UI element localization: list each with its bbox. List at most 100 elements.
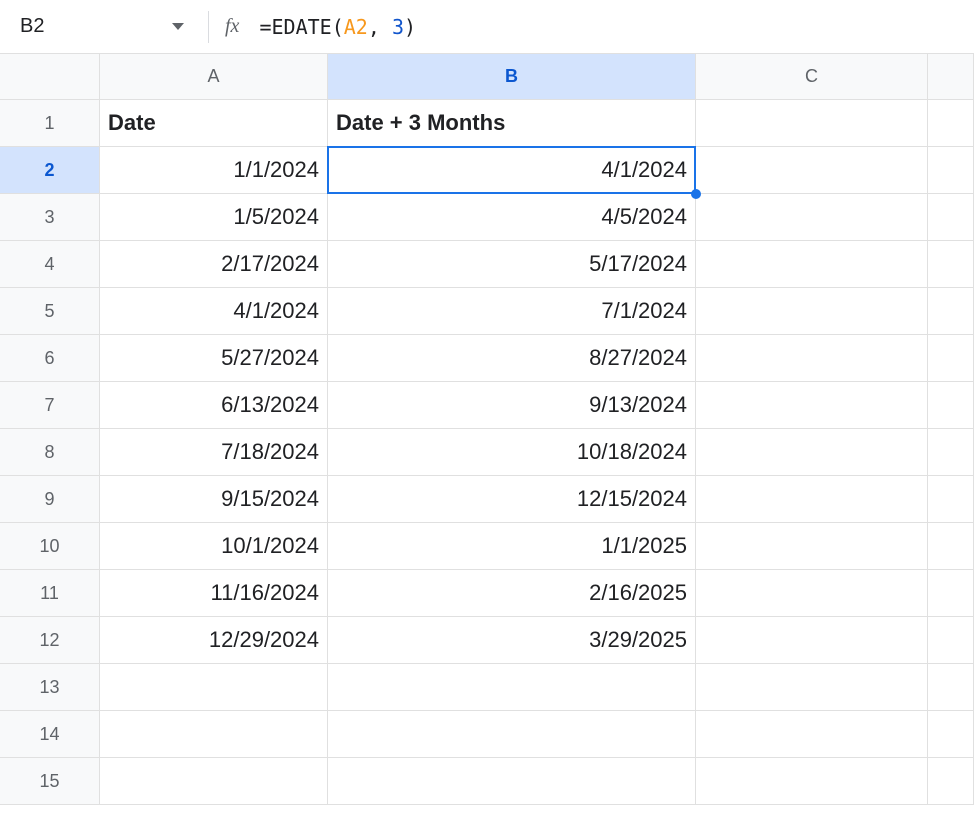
row-header-5[interactable]: 5 <box>0 288 100 335</box>
row-header-10[interactable]: 10 <box>0 523 100 570</box>
cell-b11[interactable]: 2/16/2025 <box>328 570 696 617</box>
table-row: 1/1/2024 4/1/2024 <box>100 147 974 194</box>
cell-a2[interactable]: 1/1/2024 <box>100 147 328 194</box>
table-row: 4/1/2024 7/1/2024 <box>100 288 974 335</box>
row-header-8[interactable]: 8 <box>0 429 100 476</box>
cell-a14[interactable] <box>100 711 328 758</box>
cell-c1[interactable] <box>696 100 928 147</box>
cells-area: Date Date + 3 Months 1/1/2024 4/1/2024 1… <box>100 100 974 805</box>
cell-d2[interactable] <box>928 147 974 194</box>
cell-b2[interactable]: 4/1/2024 <box>328 147 696 194</box>
cell-c7[interactable] <box>696 382 928 429</box>
cell-c15[interactable] <box>696 758 928 805</box>
select-all-corner[interactable] <box>0 54 100 100</box>
fill-handle[interactable] <box>691 189 701 199</box>
cell-d9[interactable] <box>928 476 974 523</box>
cell-a15[interactable] <box>100 758 328 805</box>
cell-a11[interactable]: 11/16/2024 <box>100 570 328 617</box>
cell-c13[interactable] <box>696 664 928 711</box>
cell-b1[interactable]: Date + 3 Months <box>328 100 696 147</box>
cell-b9[interactable]: 12/15/2024 <box>328 476 696 523</box>
row-header-11[interactable]: 11 <box>0 570 100 617</box>
cell-b13[interactable] <box>328 664 696 711</box>
cell-c12[interactable] <box>696 617 928 664</box>
cell-a1[interactable]: Date <box>100 100 328 147</box>
row-header-3[interactable]: 3 <box>0 194 100 241</box>
formula-input[interactable]: =EDATE(A2, 3) <box>259 15 416 39</box>
table-row: Date Date + 3 Months <box>100 100 974 147</box>
table-row: 9/15/2024 12/15/2024 <box>100 476 974 523</box>
cell-d8[interactable] <box>928 429 974 476</box>
cell-a5[interactable]: 4/1/2024 <box>100 288 328 335</box>
cell-c8[interactable] <box>696 429 928 476</box>
column-headers: A B C <box>100 54 974 100</box>
cell-b4[interactable]: 5/17/2024 <box>328 241 696 288</box>
table-row: 7/18/2024 10/18/2024 <box>100 429 974 476</box>
chevron-down-icon[interactable] <box>172 23 184 30</box>
cell-a9[interactable]: 9/15/2024 <box>100 476 328 523</box>
row-header-14[interactable]: 14 <box>0 711 100 758</box>
cell-c4[interactable] <box>696 241 928 288</box>
column-header-c[interactable]: C <box>696 54 928 100</box>
row-header-2[interactable]: 2 <box>0 147 100 194</box>
cell-d12[interactable] <box>928 617 974 664</box>
row-header-4[interactable]: 4 <box>0 241 100 288</box>
formula-bar: B2 fx =EDATE(A2, 3) <box>0 0 974 54</box>
cell-b15[interactable] <box>328 758 696 805</box>
cell-b14[interactable] <box>328 711 696 758</box>
cell-b12[interactable]: 3/29/2025 <box>328 617 696 664</box>
cell-a3[interactable]: 1/5/2024 <box>100 194 328 241</box>
fx-icon: fx <box>225 15 239 38</box>
cell-b7[interactable]: 9/13/2024 <box>328 382 696 429</box>
cell-d10[interactable] <box>928 523 974 570</box>
row-header-13[interactable]: 13 <box>0 664 100 711</box>
cell-c2[interactable] <box>696 147 928 194</box>
cell-d14[interactable] <box>928 711 974 758</box>
cell-a8[interactable]: 7/18/2024 <box>100 429 328 476</box>
cell-a4[interactable]: 2/17/2024 <box>100 241 328 288</box>
table-row: 2/17/2024 5/17/2024 <box>100 241 974 288</box>
cell-a10[interactable]: 10/1/2024 <box>100 523 328 570</box>
cell-b5[interactable]: 7/1/2024 <box>328 288 696 335</box>
cell-b8[interactable]: 10/18/2024 <box>328 429 696 476</box>
row-header-15[interactable]: 15 <box>0 758 100 805</box>
cell-c5[interactable] <box>696 288 928 335</box>
table-row <box>100 664 974 711</box>
cell-b6[interactable]: 8/27/2024 <box>328 335 696 382</box>
cell-d11[interactable] <box>928 570 974 617</box>
cell-d15[interactable] <box>928 758 974 805</box>
column-header-d[interactable] <box>928 54 974 100</box>
table-row: 12/29/2024 3/29/2025 <box>100 617 974 664</box>
cell-c10[interactable] <box>696 523 928 570</box>
table-row: 11/16/2024 2/16/2025 <box>100 570 974 617</box>
row-header-7[interactable]: 7 <box>0 382 100 429</box>
row-header-6[interactable]: 6 <box>0 335 100 382</box>
cell-a7[interactable]: 6/13/2024 <box>100 382 328 429</box>
name-box[interactable]: B2 <box>12 15 192 38</box>
cell-c14[interactable] <box>696 711 928 758</box>
row-header-1[interactable]: 1 <box>0 100 100 147</box>
cell-c9[interactable] <box>696 476 928 523</box>
row-header-9[interactable]: 9 <box>0 476 100 523</box>
column-header-b[interactable]: B <box>328 54 696 100</box>
cell-d1[interactable] <box>928 100 974 147</box>
cell-a13[interactable] <box>100 664 328 711</box>
name-box-text: B2 <box>20 15 164 38</box>
cell-b10[interactable]: 1/1/2025 <box>328 523 696 570</box>
cell-d7[interactable] <box>928 382 974 429</box>
cell-d6[interactable] <box>928 335 974 382</box>
table-row: 10/1/2024 1/1/2025 <box>100 523 974 570</box>
cell-c11[interactable] <box>696 570 928 617</box>
table-row <box>100 711 974 758</box>
cell-a6[interactable]: 5/27/2024 <box>100 335 328 382</box>
cell-d5[interactable] <box>928 288 974 335</box>
cell-d13[interactable] <box>928 664 974 711</box>
cell-d3[interactable] <box>928 194 974 241</box>
column-header-a[interactable]: A <box>100 54 328 100</box>
cell-a12[interactable]: 12/29/2024 <box>100 617 328 664</box>
cell-d4[interactable] <box>928 241 974 288</box>
row-header-12[interactable]: 12 <box>0 617 100 664</box>
cell-c3[interactable] <box>696 194 928 241</box>
cell-b3[interactable]: 4/5/2024 <box>328 194 696 241</box>
cell-c6[interactable] <box>696 335 928 382</box>
